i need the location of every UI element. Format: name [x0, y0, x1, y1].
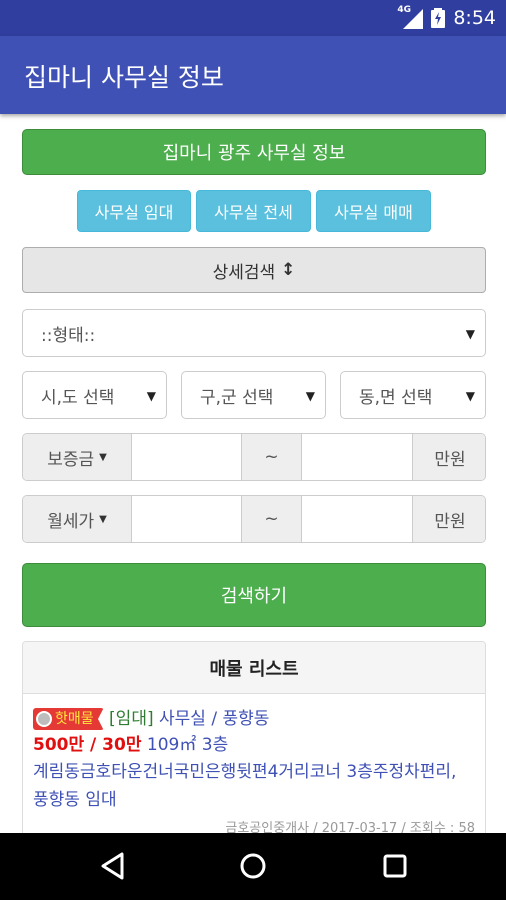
dropdown-caret-icon: ▼ [301, 389, 315, 403]
caret-down-icon: ▼ [99, 513, 107, 525]
monthly-dropdown[interactable]: 월세가 ▼ [23, 496, 131, 542]
type-select-value: ::형태:: [41, 325, 96, 346]
dong-select-value: 동,면 선택 [359, 387, 433, 408]
tab-office-jeonse[interactable]: 사무실 전세 [196, 190, 311, 232]
clock: 8:54 [453, 7, 496, 29]
gugun-select-value: 구,군 선택 [200, 387, 274, 408]
app-title: 집마니 사무실 정보 [24, 63, 224, 92]
gugun-select[interactable]: 구,군 선택 ▼ [181, 371, 326, 419]
caret-down-icon: ▼ [99, 451, 107, 463]
listing-header: 매물 리스트 [23, 642, 485, 694]
dropdown-caret-icon: ▼ [142, 389, 156, 403]
dropdown-caret-icon: ▼ [461, 389, 475, 403]
sido-select[interactable]: 시,도 선택 ▼ [22, 371, 167, 419]
app-bar: 집마니 사무실 정보 [0, 36, 506, 114]
deal-type-tag: [임대] [109, 709, 154, 729]
listing-floor: 3층 [201, 735, 229, 755]
back-icon[interactable] [98, 851, 128, 881]
deposit-label: 보증금 [47, 449, 95, 470]
listing-price: 500만 / 30만 [33, 735, 142, 755]
tab-office-sale[interactable]: 사무실 매매 [316, 190, 431, 232]
hot-listing-label: 핫매물 [55, 711, 94, 727]
deposit-range: 보증금 ▼ ~ 만원 [22, 433, 486, 481]
signal-icon: 4G [397, 5, 424, 29]
type-select[interactable]: ::형태:: ▼ [22, 309, 486, 357]
monthly-max-input[interactable] [301, 496, 412, 542]
tab-office-jeonse-label: 사무실 전세 [214, 203, 293, 222]
battery-charging-icon [431, 8, 446, 28]
list-item[interactable]: 핫매물 [임대] 사무실 / 풍향동 500만 / 30만 109㎡ 3층 계림… [23, 694, 485, 840]
monthly-range: 월세가 ▼ ~ 만원 [22, 495, 486, 543]
search-button-label: 검색하기 [220, 586, 288, 607]
home-icon[interactable] [238, 851, 268, 881]
navigation-bar [0, 833, 506, 900]
dropdown-caret-icon: ▼ [465, 327, 475, 341]
tab-office-sale-label: 사무실 매매 [334, 203, 413, 222]
hot-listing-badge: 핫매물 [33, 708, 104, 730]
listing-area: 109㎡ [146, 735, 197, 755]
region-info-button[interactable]: 집마니 광주 사무실 정보 [22, 129, 486, 175]
deposit-min-input[interactable] [131, 434, 241, 480]
sido-select-value: 시,도 선택 [41, 387, 115, 408]
advanced-search-button[interactable]: 상세검색 ↕ [22, 247, 486, 293]
tab-office-lease-label: 사무실 임대 [94, 203, 174, 222]
deposit-dropdown[interactable]: 보증금 ▼ [23, 434, 131, 480]
dong-select[interactable]: 동,면 선택 ▼ [340, 371, 486, 419]
range-tilde: ~ [241, 434, 301, 480]
badge-circle-icon [36, 711, 52, 727]
listing-category: 사무실 / 풍향동 [159, 709, 270, 729]
region-info-label: 집마니 광주 사무실 정보 [162, 143, 346, 164]
listing-panel: 매물 리스트 핫매물 [임대] 사무실 / 풍향동 500만 / 30만 109… [22, 641, 486, 841]
status-bar: 4G 8:54 [0, 0, 506, 36]
advanced-search-label: 상세검색 [212, 262, 276, 283]
deposit-unit: 만원 [412, 434, 485, 480]
listing-description[interactable]: 계림동금호타운건너국민은행뒷편4거리코너 3층주정차편리, 풍향동 임대 [33, 758, 475, 814]
deposit-max-input[interactable] [301, 434, 412, 480]
monthly-label: 월세가 [47, 511, 95, 532]
tab-office-lease[interactable]: 사무실 임대 [77, 190, 191, 232]
range-tilde: ~ [241, 496, 301, 542]
monthly-min-input[interactable] [131, 496, 241, 542]
monthly-unit: 만원 [412, 496, 485, 542]
search-button[interactable]: 검색하기 [22, 563, 486, 627]
vertical-arrows-icon: ↕ [281, 260, 296, 280]
recents-icon[interactable] [380, 851, 410, 881]
